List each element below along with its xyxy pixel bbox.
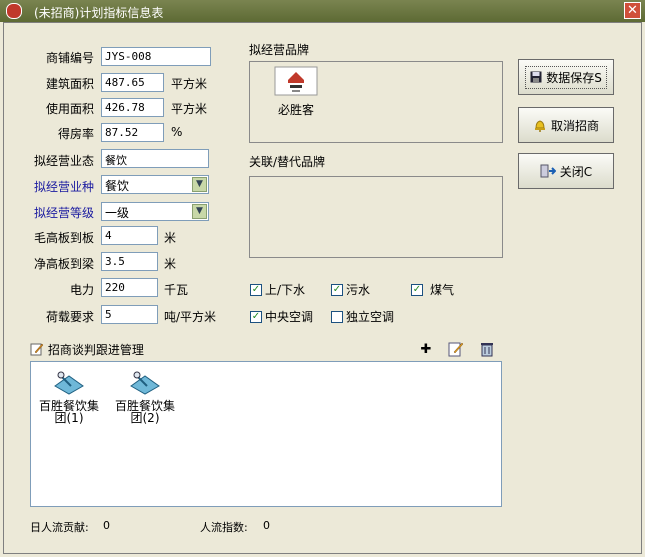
water-label: 上/下水 [265, 283, 306, 297]
related-brands-panel [249, 176, 503, 258]
title-bar: (未招商)计划指标信息表 ✕ [0, 0, 645, 22]
central-ac-label: 中央空调 [265, 310, 314, 324]
checkmark-icon[interactable]: ✓ [250, 283, 262, 296]
load-unit: 吨/平方米 [164, 310, 217, 324]
central-ac-checkbox[interactable]: ✓ 中央空调 [250, 308, 313, 325]
usable-area-input[interactable]: 426.78 [101, 98, 164, 117]
app-icon [6, 3, 22, 19]
gas-label: 煤气 [430, 283, 455, 297]
format-input[interactable]: 餐饮 [101, 149, 209, 168]
brand-name: 必胜客 [277, 103, 314, 117]
grade-label: 拟经营等级 [33, 206, 94, 220]
delete-record-icon[interactable] [479, 341, 495, 357]
gross-height-label: 毛高板到板 [33, 231, 94, 245]
brand-item[interactable]: 必胜客 [270, 66, 322, 118]
efficiency-unit: % [171, 125, 183, 139]
gross-height-input[interactable]: 4 [101, 226, 158, 245]
net-height-unit: 米 [164, 257, 177, 271]
form-client-area: 商铺编号 JYS-008 建筑面积 487.65 平方米 使用面积 426.78… [3, 22, 642, 554]
cancel-leasing-label: 取消招商 [550, 118, 599, 133]
load-input[interactable]: 5 [101, 305, 158, 324]
list-item-line2: 团(1) [54, 411, 84, 425]
load-label: 荷载要求 [45, 310, 94, 324]
chevron-down-icon[interactable]: ▼ [192, 204, 207, 219]
floppy-disk-icon [530, 71, 542, 83]
power-unit: 千瓦 [164, 283, 189, 297]
split-ac-label: 独立空调 [346, 310, 395, 324]
shop-no-input[interactable]: JYS-008 [101, 47, 211, 66]
negotiation-record-icon [130, 371, 160, 395]
building-area-unit: 平方米 [171, 77, 208, 91]
net-height-label: 净高板到梁 [33, 257, 94, 271]
efficiency-label: 得房率 [57, 127, 94, 141]
cancel-leasing-button[interactable]: 取消招商 [518, 107, 614, 143]
close-button-label: 关闭C [559, 164, 593, 179]
grade-select[interactable]: 一级 ▼ [101, 202, 209, 221]
brand-panel: 必胜客 [249, 61, 503, 143]
edit-pencil-icon [30, 343, 44, 356]
category-select[interactable]: 餐饮 ▼ [101, 175, 209, 194]
checkmark-icon[interactable]: ✓ [331, 283, 343, 296]
net-height-input[interactable]: 3.5 [101, 252, 158, 271]
list-item[interactable]: 百胜餐饮集 团(2) [109, 368, 181, 424]
window-title: (未招商)计划指标信息表 [34, 6, 164, 20]
list-item-line2: 团(2) [130, 411, 160, 425]
save-button-label: 数据保存S [546, 70, 602, 85]
negotiation-record-icon [54, 371, 84, 395]
save-button[interactable]: 数据保存S [518, 59, 614, 95]
exit-door-icon [540, 164, 556, 178]
brand-section-label: 拟经营品牌 [249, 43, 310, 57]
category-select-value: 餐饮 [105, 179, 130, 193]
grade-select-value: 一级 [105, 206, 130, 220]
window-close-button[interactable]: ✕ [624, 2, 641, 19]
building-area-label: 建筑面积 [45, 77, 94, 91]
pizza-hut-logo-icon [274, 66, 318, 96]
gas-checkbox[interactable]: ✓ 煤气 [411, 281, 454, 298]
close-button[interactable]: 关闭C [518, 153, 614, 189]
checkmark-icon[interactable]: ✓ [250, 310, 262, 323]
related-brands-label: 关联/替代品牌 [249, 155, 326, 169]
checkmark-icon[interactable]: ✓ [411, 283, 423, 296]
add-icon[interactable]: ✚ [418, 342, 434, 358]
sewage-label: 污水 [346, 283, 371, 297]
negotiation-list[interactable]: 百胜餐饮集 团(1) 百胜餐饮集 团(2) [30, 361, 502, 507]
daily-flow-label: 日人流贡献: [30, 521, 89, 534]
format-label: 拟经营业态 [33, 154, 94, 168]
efficiency-input[interactable]: 87.52 [101, 123, 164, 142]
water-checkbox[interactable]: ✓ 上/下水 [250, 281, 305, 298]
usable-area-unit: 平方米 [171, 102, 208, 116]
power-input[interactable]: 220 [101, 278, 158, 297]
list-item[interactable]: 百胜餐饮集 团(1) [33, 368, 105, 424]
split-ac-checkbox[interactable]: 独立空调 [331, 308, 394, 325]
building-area-input[interactable]: 487.65 [101, 73, 164, 92]
power-label: 电力 [69, 283, 94, 297]
shop-no-label: 商铺编号 [45, 51, 94, 65]
sewage-checkbox[interactable]: ✓ 污水 [331, 281, 370, 298]
edit-record-icon[interactable] [448, 341, 464, 357]
negotiation-title: 招商谈判跟进管理 [47, 343, 144, 357]
chevron-down-icon[interactable]: ▼ [192, 177, 207, 192]
daily-flow-value: 0 [103, 519, 110, 532]
gross-height-unit: 米 [164, 231, 177, 245]
category-label: 拟经营业种 [33, 180, 94, 194]
usable-area-label: 使用面积 [45, 102, 94, 116]
bell-icon [534, 120, 545, 132]
flow-index-label: 人流指数: [200, 521, 248, 534]
flow-index-value: 0 [263, 519, 270, 532]
